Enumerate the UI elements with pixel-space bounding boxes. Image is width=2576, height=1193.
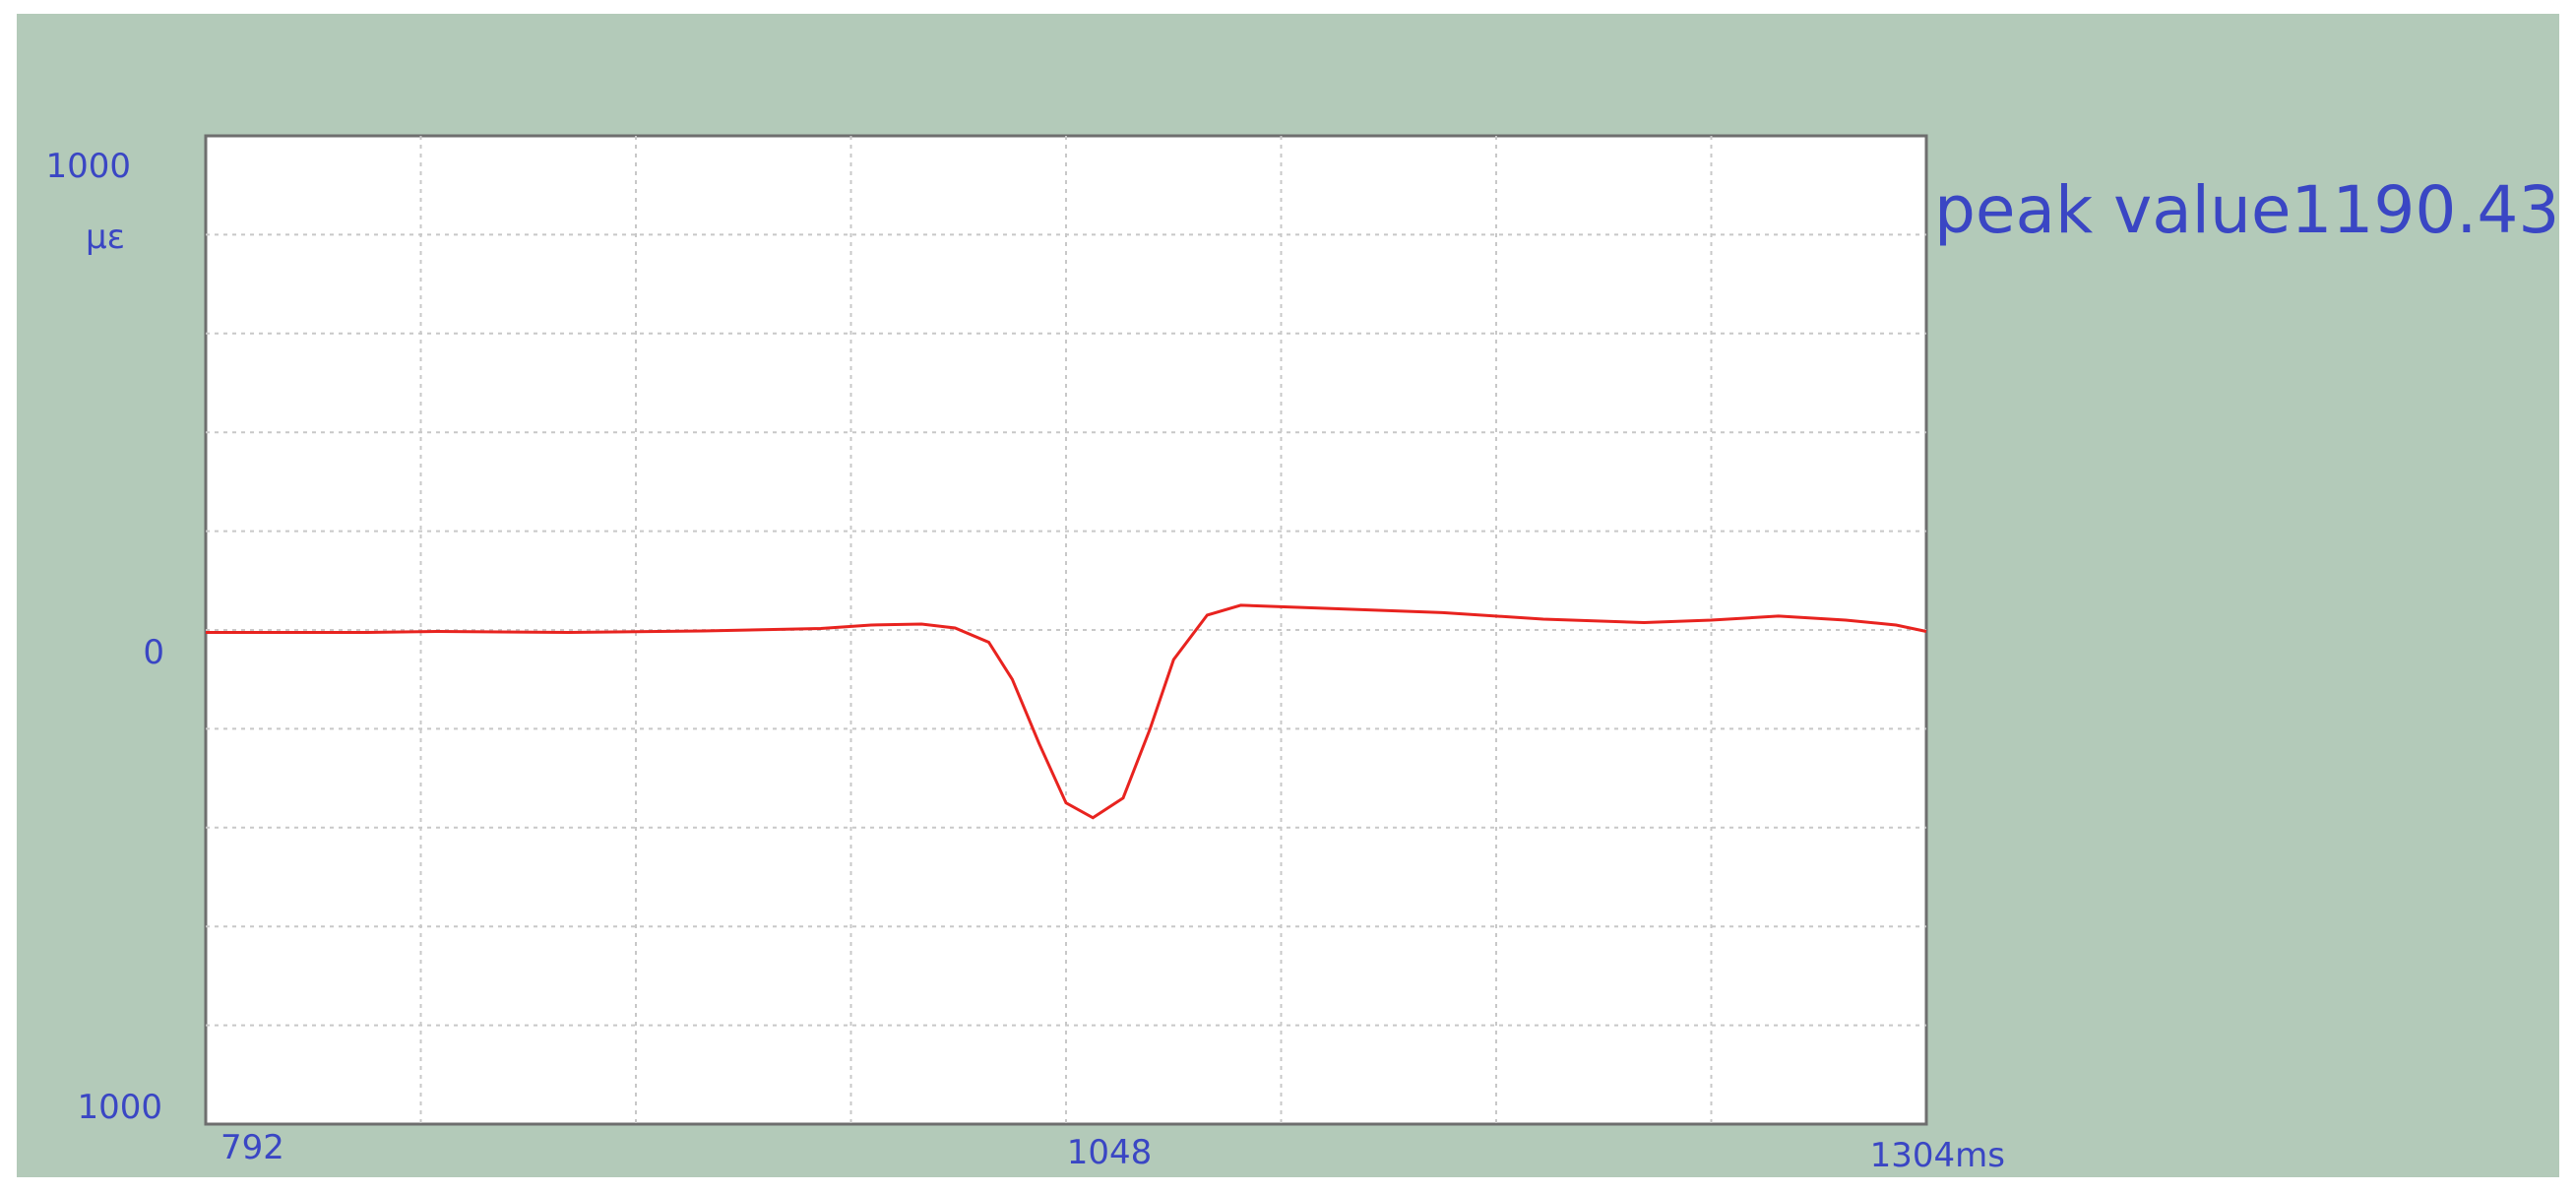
y-tick-label-zero: 0 bbox=[143, 633, 164, 672]
chart-window: 1000 με 0 1000 792 1048 1304ms peak valu… bbox=[17, 14, 2559, 1177]
y-tick-label-bottom: 1000 bbox=[77, 1088, 162, 1127]
peak-value-annotation: peak value1190.43 bbox=[1934, 172, 2559, 248]
x-tick-label-end: 1304ms bbox=[1870, 1136, 2005, 1175]
y-tick-label-top: 1000 bbox=[45, 147, 131, 186]
x-tick-label-start: 792 bbox=[220, 1128, 284, 1167]
x-tick-label-middle: 1048 bbox=[1067, 1133, 1153, 1172]
y-axis-unit-label: με bbox=[86, 218, 125, 257]
strain-chart: 1000 με 0 1000 792 1048 1304ms peak valu… bbox=[45, 134, 2559, 1175]
